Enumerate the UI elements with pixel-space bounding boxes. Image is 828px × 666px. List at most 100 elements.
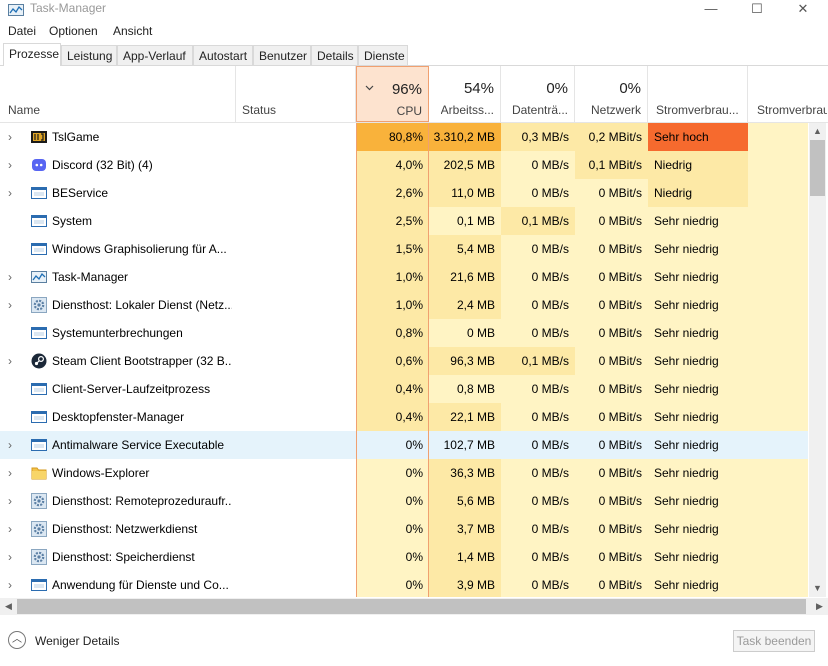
fewer-details-link[interactable]: Weniger Details xyxy=(35,634,119,648)
tab-leistung[interactable]: Leistung xyxy=(61,45,117,65)
process-memory: 36,3 MB xyxy=(429,459,501,487)
process-power: Sehr niedrig xyxy=(648,263,748,291)
process-name: Antimalware Service Executable xyxy=(52,438,225,452)
scroll-left-arrow-icon[interactable]: ◀ xyxy=(0,598,17,615)
process-power: Sehr niedrig xyxy=(648,487,748,515)
tab-prozesse[interactable]: Prozesse xyxy=(3,43,61,66)
window-app-icon xyxy=(31,213,47,229)
process-status xyxy=(236,543,356,571)
process-power-trend xyxy=(748,571,808,597)
column-status[interactable]: Status xyxy=(236,66,356,122)
process-name: Task-Manager xyxy=(52,270,129,284)
scroll-right-arrow-icon[interactable]: ▶ xyxy=(811,598,828,615)
process-disk: 0 MB/s xyxy=(501,403,575,431)
expand-chevron-icon[interactable]: › xyxy=(8,263,18,291)
column-memory[interactable]: 54% Arbeitss... xyxy=(429,66,501,122)
process-row[interactable]: › Diensthost: Lokaler Dienst (Netz... 1,0%… xyxy=(0,291,808,319)
process-row[interactable]: › Diensthost: Remoteprozeduraufr... 0% 5,6 … xyxy=(0,487,808,515)
horizontal-scrollbar[interactable]: ◀ ▶ xyxy=(0,598,828,615)
process-row[interactable]: System 2,5% 0,1 MB 0,1 MB/s 0 MBit/s Sehr nie… xyxy=(0,207,808,235)
process-name: Desktopfenster-Manager xyxy=(52,410,185,424)
end-task-button[interactable]: Task beenden xyxy=(733,630,815,652)
process-power-trend xyxy=(748,347,808,375)
process-status xyxy=(236,375,356,403)
maximize-button[interactable]: ☐ xyxy=(734,0,780,22)
process-row[interactable]: › Windows-Explorer 0% 36,3 MB 0 MB/s 0 MBit/s… xyxy=(0,459,808,487)
process-row[interactable]: › Diensthost: Speicherdienst 0% 1,4 MB 0 MB/… xyxy=(0,543,808,571)
scroll-up-arrow-icon[interactable]: ▲ xyxy=(809,123,826,140)
column-name[interactable]: Name xyxy=(0,66,236,122)
expand-chevron-icon[interactable]: › xyxy=(8,123,18,151)
column-network[interactable]: 0% Netzwerk xyxy=(575,66,648,122)
scroll-down-arrow-icon[interactable]: ▼ xyxy=(809,580,826,597)
tab-autostart[interactable]: Autostart xyxy=(193,45,253,65)
vertical-scrollbar[interactable]: ▲ ▼ xyxy=(809,123,826,597)
process-row[interactable]: Client-Server-Laufzeitprozess 0,4% 0,8 MB 0… xyxy=(0,375,808,403)
vertical-scroll-thumb[interactable] xyxy=(810,140,825,196)
window-app-icon xyxy=(31,409,47,425)
process-status xyxy=(236,235,356,263)
footer: ︿ Weniger Details Task beenden xyxy=(0,616,828,666)
expand-chevron-icon[interactable]: › xyxy=(8,431,18,459)
process-status xyxy=(236,291,356,319)
process-row[interactable]: Desktopfenster-Manager 0,4% 22,1 MB 0 MB/s 0… xyxy=(0,403,808,431)
process-status xyxy=(236,487,356,515)
process-disk: 0 MB/s xyxy=(501,459,575,487)
process-cpu: 0,6% xyxy=(356,347,429,375)
process-power-trend xyxy=(748,263,808,291)
expand-chevron-icon[interactable]: › xyxy=(8,347,18,375)
tab-dienste[interactable]: Dienste xyxy=(358,45,408,65)
process-power-trend xyxy=(748,543,808,571)
title-bar: Task-Manager — ☐ ✕ xyxy=(0,0,828,22)
expand-chevron-icon[interactable]: › xyxy=(8,151,18,179)
network-total-percent: 0% xyxy=(619,80,641,97)
expand-chevron-icon[interactable]: › xyxy=(8,459,18,487)
column-disk[interactable]: 0% Datenträ... xyxy=(501,66,575,122)
process-row[interactable]: › Discord (32 Bit) (4) 4,0% 202,5 MB 0 MB/s 0… xyxy=(0,151,808,179)
column-power-trend[interactable]: Stromverbrau xyxy=(748,66,828,122)
process-row[interactable]: Windows Graphisolierung für A... 1,5% 5,4 … xyxy=(0,235,808,263)
process-row[interactable]: › Diensthost: Netzwerkdienst 0% 3,7 MB 0 MB/… xyxy=(0,515,808,543)
expand-chevron-icon[interactable]: › xyxy=(8,291,18,319)
menu-optionen[interactable]: Optionen xyxy=(49,24,98,38)
process-row[interactable]: › Antimalware Service Executable 0% 102,7 M… xyxy=(0,431,808,459)
column-cpu[interactable]: 96% CPU xyxy=(356,66,429,122)
tab-details[interactable]: Details xyxy=(311,45,358,65)
tab-app-verlauf[interactable]: App-Verlauf xyxy=(117,45,193,65)
process-status xyxy=(236,151,356,179)
menu-datei[interactable]: Datei xyxy=(8,24,36,38)
process-row[interactable]: Systemunterbrechungen 0,8% 0 MB 0 MB/s 0 MBi… xyxy=(0,319,808,347)
expand-chevron-icon[interactable]: › xyxy=(8,515,18,543)
close-button[interactable]: ✕ xyxy=(780,0,826,22)
process-row[interactable]: › Steam Client Bootstrapper (32 B... 0,6% 9… xyxy=(0,347,808,375)
process-row[interactable]: › Task-Manager 1,0% 21,6 MB 0 MB/s 0 MBit/s Se… xyxy=(0,263,808,291)
minimize-button[interactable]: — xyxy=(688,0,734,22)
discord-icon xyxy=(31,157,47,173)
process-row[interactable]: › BEService 2,6% 11,0 MB 0 MB/s 0 MBit/s Niedr… xyxy=(0,179,808,207)
process-network: 0 MBit/s xyxy=(575,487,648,515)
process-network: 0 MBit/s xyxy=(575,543,648,571)
horizontal-scroll-thumb[interactable] xyxy=(17,599,806,614)
process-network: 0 MBit/s xyxy=(575,431,648,459)
process-power-trend xyxy=(748,151,808,179)
process-disk: 0,3 MB/s xyxy=(501,123,575,151)
menu-ansicht[interactable]: Ansicht xyxy=(113,24,152,38)
process-memory: 202,5 MB xyxy=(429,151,501,179)
process-status xyxy=(236,403,356,431)
expand-chevron-icon[interactable]: › xyxy=(8,571,18,597)
tab-benutzer[interactable]: Benutzer xyxy=(253,45,311,65)
task-manager-icon xyxy=(31,269,47,285)
expand-chevron-icon[interactable]: › xyxy=(8,179,18,207)
expand-chevron-icon[interactable]: › xyxy=(8,487,18,515)
process-row[interactable]: › TslGame 80,8% 3.310,2 MB 0,3 MB/s 0,2 MBit/… xyxy=(0,123,808,151)
column-power[interactable]: Stromverbrau... xyxy=(648,66,748,122)
collapse-chevron-icon[interactable]: ︿ xyxy=(8,631,26,649)
expand-chevron-icon[interactable]: › xyxy=(8,543,18,571)
process-memory: 22,1 MB xyxy=(429,403,501,431)
process-disk: 0 MB/s xyxy=(501,515,575,543)
process-power: Sehr niedrig xyxy=(648,235,748,263)
process-name: Anwendung für Dienste und Co... xyxy=(52,578,229,592)
process-power-trend xyxy=(748,403,808,431)
window-app-icon xyxy=(31,185,47,201)
process-row[interactable]: › Anwendung für Dienste und Co... 0% 3,9 MB… xyxy=(0,571,808,597)
